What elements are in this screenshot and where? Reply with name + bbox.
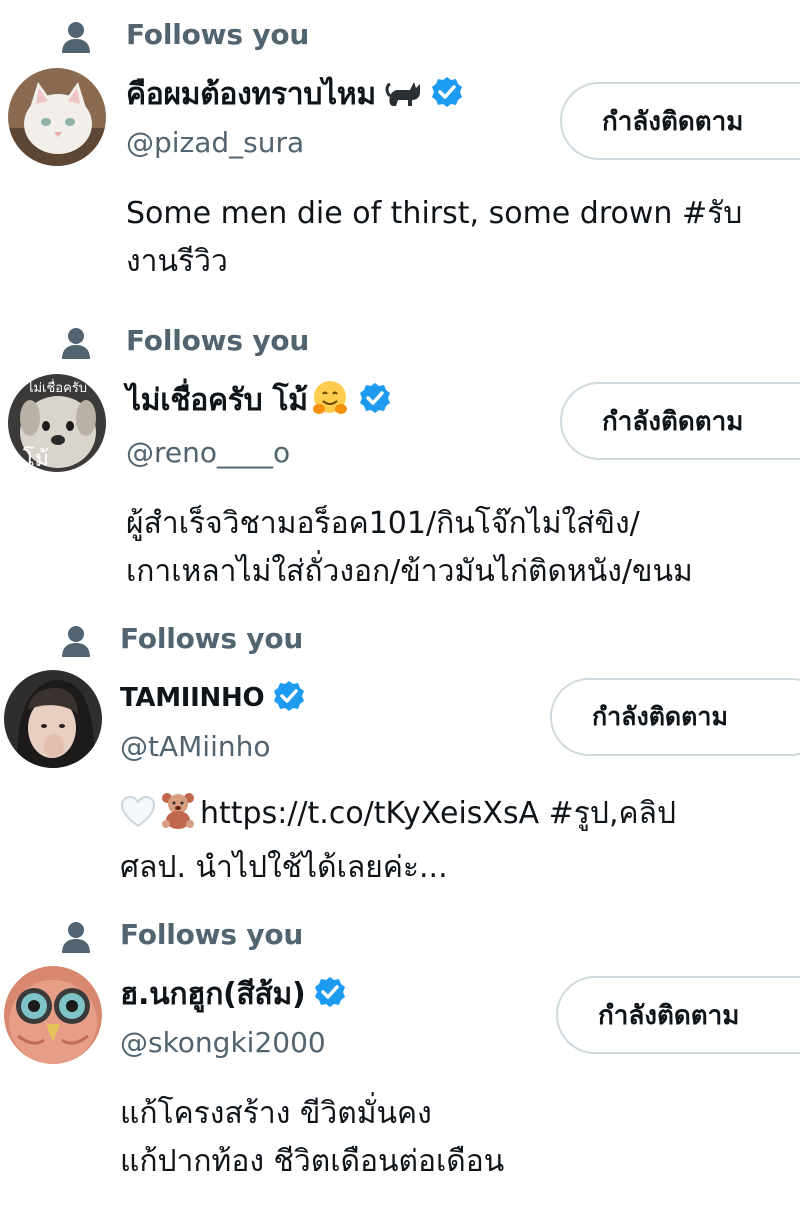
display-name[interactable]: TAMIINHO bbox=[120, 683, 265, 713]
bio-line: Some men die of thirst, some drown #รับ bbox=[126, 196, 743, 231]
bio-text[interactable]: https://t.co/tKyXeisXsA #รูป,คลิป bbox=[200, 796, 676, 831]
hugging-face-icon bbox=[310, 378, 350, 422]
user-cell[interactable]: Follows you ไม่เชื่อครับ โม้ ไม่เชื่อครั… bbox=[0, 324, 800, 626]
person-icon bbox=[58, 919, 94, 955]
follows-you-label: Follows you bbox=[120, 918, 304, 951]
person-icon bbox=[58, 623, 94, 659]
user-handle: @pizad_sura bbox=[126, 126, 305, 159]
bio-line: แก้โครงสร้าง ขีวิตมั่นคง bbox=[120, 1096, 432, 1131]
bio-line: แก้ปากท้อง ชีวิตเดือนต่อเดือน bbox=[120, 1144, 505, 1179]
user-cell[interactable]: Follows you TAMIINHO @tAMiinho กำลังติดต… bbox=[0, 622, 800, 924]
user-bio: https://t.co/tKyXeisXsA #รูป,คลิป ศลป. น… bbox=[120, 790, 794, 892]
following-button[interactable]: กำลังติดตาม bbox=[556, 976, 800, 1054]
white-heart-icon bbox=[120, 795, 156, 844]
user-handle: @tAMiinho bbox=[120, 730, 271, 763]
display-name[interactable]: ฮ.นกฮูก(สีส้ม) bbox=[120, 971, 306, 1018]
avatar-caption: โม้ bbox=[23, 446, 49, 472]
bio-line: ผู้สำเร็จวิชามอร็อค101/กินโจ๊กไม่ใส่ขิง/ bbox=[126, 506, 640, 541]
user-handle: @skongki2000 bbox=[120, 1026, 326, 1059]
name-row: ไม่เชื่อครับ โม้ bbox=[126, 378, 392, 422]
avatar[interactable] bbox=[4, 966, 102, 1064]
user-bio: ผู้สำเร็จวิชามอร็อค101/กินโจ๊กไม่ใส่ขิง/… bbox=[126, 500, 800, 596]
display-name[interactable]: ไม่เชื่อครับ โม้ bbox=[126, 377, 308, 424]
following-button[interactable]: กำลังติดตาม bbox=[560, 82, 800, 160]
bio-line: ศลป. นำไปใช้ได้เลยค่ะ... bbox=[120, 850, 448, 885]
black-cat-icon bbox=[384, 74, 424, 114]
avatar[interactable] bbox=[8, 68, 106, 166]
name-row: TAMIINHO bbox=[120, 676, 306, 720]
avatar[interactable] bbox=[4, 670, 102, 768]
user-bio: Some men die of thirst, some drown #รับ … bbox=[126, 190, 800, 286]
teddy-bear-icon bbox=[158, 791, 198, 844]
follows-you-label: Follows you bbox=[120, 622, 304, 655]
avatar[interactable]: ไม่เชื่อครับ โม้ bbox=[8, 374, 106, 472]
follows-you-label: Follows you bbox=[126, 18, 310, 51]
user-cell[interactable]: Follows you คือผมต้องทราบไหม @pizad_sura… bbox=[0, 18, 800, 320]
bio-line: งานรีวิว bbox=[126, 244, 228, 279]
user-cell[interactable]: Follows you ฮ.นกฮูก(สีส้ม) @skongki2000 … bbox=[0, 918, 800, 1220]
follows-you-label: Follows you bbox=[126, 324, 310, 357]
following-button[interactable]: กำลังติดตาม bbox=[560, 382, 800, 460]
bio-line: https://t.co/tKyXeisXsA #รูป,คลิป bbox=[120, 790, 794, 844]
name-row: ฮ.นกฮูก(สีส้ม) bbox=[120, 972, 347, 1016]
person-icon bbox=[58, 19, 94, 55]
following-button[interactable]: กำลังติดตาม bbox=[550, 678, 800, 756]
user-bio: แก้โครงสร้าง ขีวิตมั่นคง แก้ปากท้อง ชีวิ… bbox=[120, 1090, 794, 1186]
bio-line: เกาเหลาไม่ใส่ถั่วงอก/ข้าวมันไก่ติดหนัง/ข… bbox=[126, 554, 693, 589]
verified-badge-icon bbox=[313, 975, 347, 1013]
person-icon bbox=[58, 325, 94, 361]
name-row: คือผมต้องทราบไหม bbox=[126, 72, 464, 116]
verified-badge-icon bbox=[358, 381, 392, 419]
avatar-caption: ไม่เชื่อครับ bbox=[26, 379, 87, 396]
verified-badge-icon bbox=[272, 679, 306, 717]
user-handle: @reno____o bbox=[126, 436, 291, 469]
verified-badge-icon bbox=[430, 75, 464, 113]
display-name[interactable]: คือผมต้องทราบไหม bbox=[126, 71, 376, 118]
